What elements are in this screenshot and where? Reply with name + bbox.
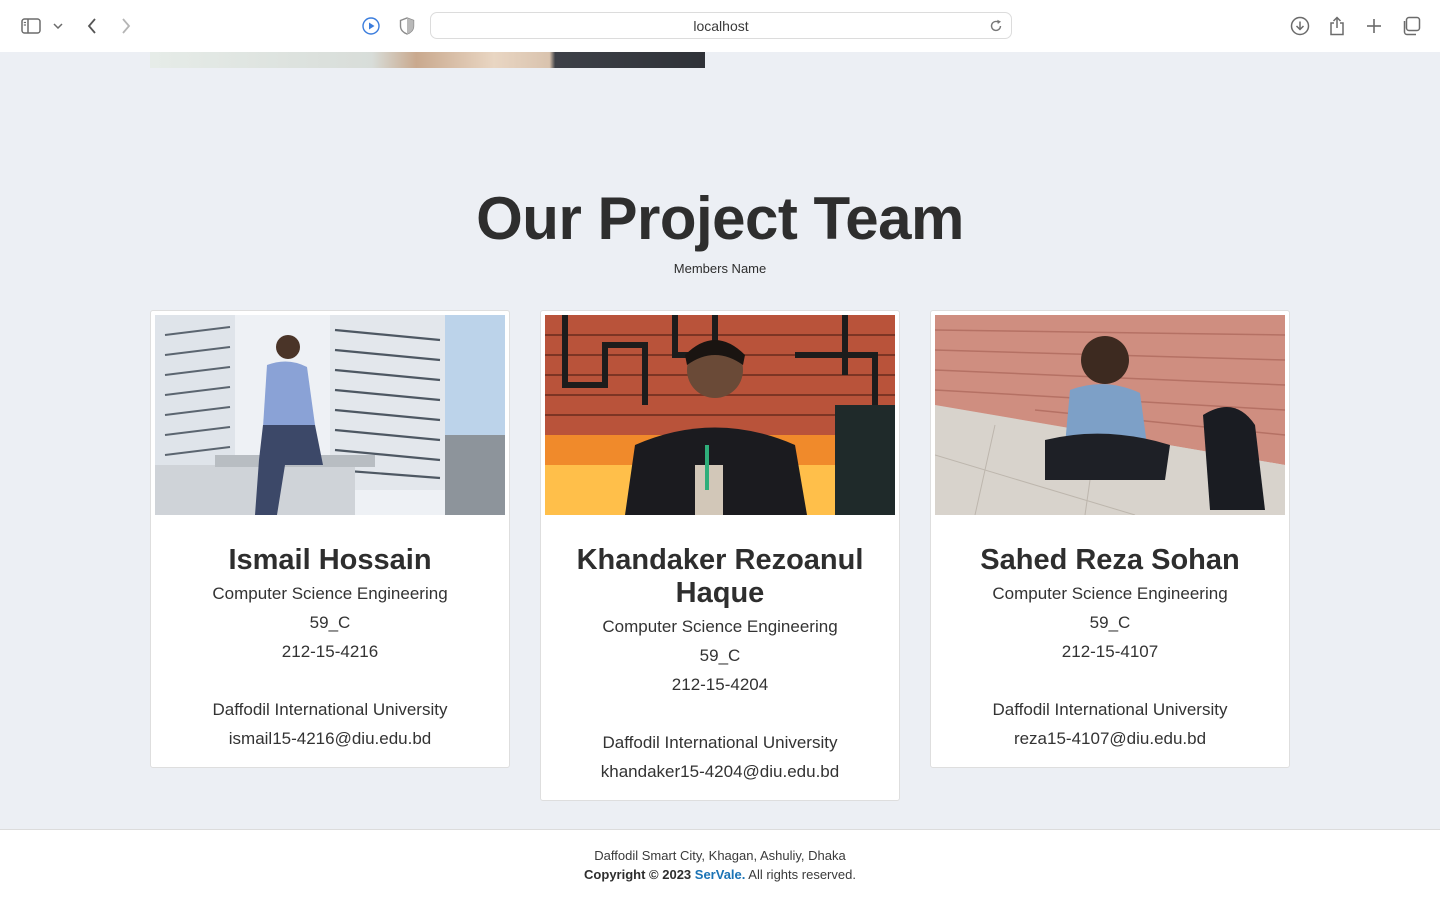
url-text: localhost xyxy=(693,17,749,34)
back-icon[interactable] xyxy=(80,14,104,38)
browser-toolbar: localhost xyxy=(0,0,1440,52)
team-member-card: Sahed Reza Sohan Computer Science Engine… xyxy=(930,310,1290,768)
tabs-overview-icon[interactable] xyxy=(1399,14,1423,38)
member-department: Computer Science Engineering xyxy=(212,584,448,603)
brand-link[interactable]: SerVale. xyxy=(695,867,746,882)
address-bar[interactable]: localhost xyxy=(430,12,1012,39)
copyright-prefix: Copyright © 2023 xyxy=(584,867,692,882)
member-university: Daffodil International University xyxy=(992,700,1228,719)
team-member-card: Khandaker Rezoanul Haque Computer Scienc… xyxy=(540,310,900,801)
download-icon[interactable] xyxy=(1288,14,1312,38)
new-tab-icon[interactable] xyxy=(1362,14,1386,38)
footer-address: Daffodil Smart City, Khagan, Ashuliy, Dh… xyxy=(594,848,846,863)
team-member-card: Ismail Hossain Computer Science Engineer… xyxy=(150,310,510,768)
footer-copyright: Copyright © 2023 SerVale. All rights res… xyxy=(0,867,1440,882)
member-department: Computer Science Engineering xyxy=(602,617,838,636)
rights-text: All rights reserved. xyxy=(748,867,856,882)
member-email: reza15-4107@diu.edu.bd xyxy=(1013,729,1207,748)
chevron-down-icon[interactable] xyxy=(48,14,68,38)
previous-section-image xyxy=(150,52,705,68)
member-name: Sahed Reza Sohan xyxy=(980,544,1240,576)
member-id: 212-15-4204 xyxy=(671,675,769,694)
share-icon[interactable] xyxy=(1325,14,1349,38)
member-id: 212-15-4107 xyxy=(1061,642,1159,661)
sidebar-icon[interactable] xyxy=(19,14,43,38)
member-university: Daffodil International University xyxy=(602,733,838,752)
member-university: Daffodil International University xyxy=(212,700,448,719)
member-name: Ismail Hossain xyxy=(228,544,432,576)
member-department: Computer Science Engineering xyxy=(992,584,1228,603)
media-play-icon[interactable] xyxy=(359,14,383,38)
member-photo xyxy=(155,315,505,515)
forward-icon[interactable] xyxy=(114,14,138,38)
footer: Daffodil Smart City, Khagan, Ashuliy, Dh… xyxy=(0,829,1440,900)
reload-icon[interactable] xyxy=(987,17,1005,35)
member-batch: 59_C xyxy=(309,613,351,632)
section-subtitle: Members Name xyxy=(673,261,767,276)
member-email: khandaker15-4204@diu.edu.bd xyxy=(600,762,840,781)
member-photo xyxy=(545,315,895,515)
member-batch: 59_C xyxy=(699,646,741,665)
member-id: 212-15-4216 xyxy=(281,642,379,661)
member-name: Khandaker Rezoanul Haque xyxy=(576,544,864,609)
shield-icon[interactable] xyxy=(395,14,419,38)
section-title: Our Project Team xyxy=(476,185,964,252)
member-photo xyxy=(935,315,1285,515)
member-batch: 59_C xyxy=(1089,613,1131,632)
member-email: ismail15-4216@diu.edu.bd xyxy=(228,729,432,748)
